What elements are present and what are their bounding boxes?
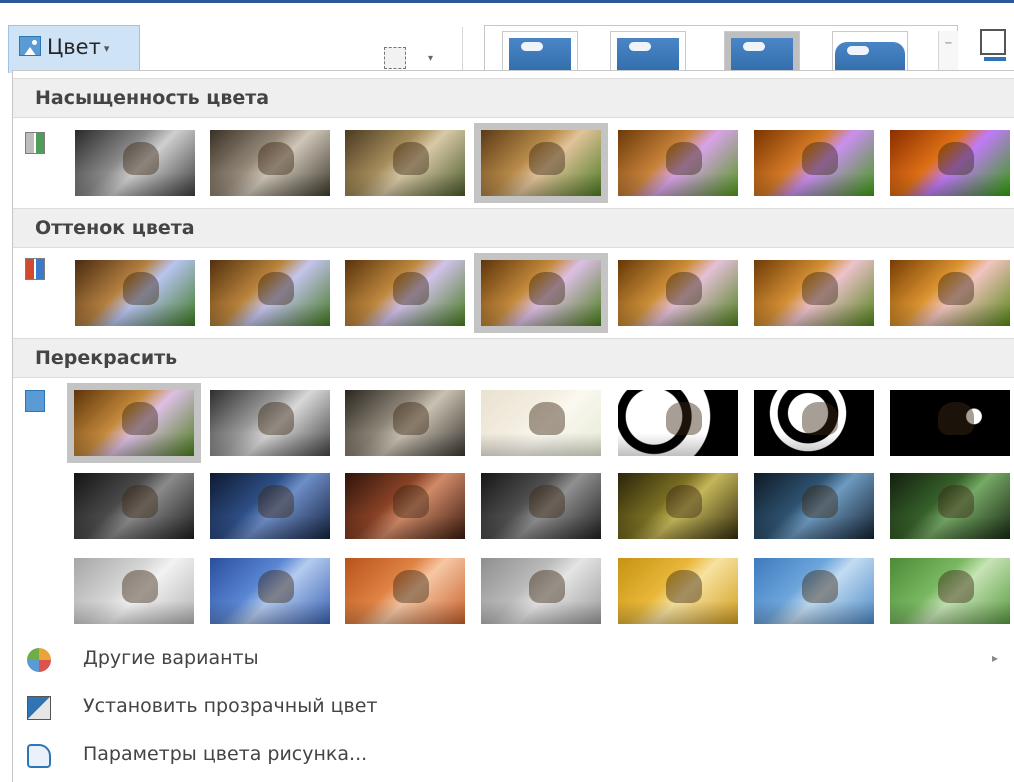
- saturation-option[interactable]: [75, 130, 195, 196]
- tone-option[interactable]: [210, 260, 330, 326]
- chevron-down-icon: ▾: [103, 42, 110, 55]
- picture-style-thumb[interactable]: [832, 31, 908, 73]
- recolor-option[interactable]: [481, 473, 601, 539]
- recolor-option[interactable]: [74, 558, 194, 624]
- recolor-option[interactable]: [481, 558, 601, 624]
- recolor-option[interactable]: [345, 558, 465, 624]
- compress-pictures-icon[interactable]: [384, 47, 406, 69]
- saturation-icon: [25, 132, 45, 154]
- recolor-option[interactable]: [890, 558, 1010, 624]
- tone-option[interactable]: [618, 260, 738, 326]
- saturation-option[interactable]: [754, 130, 874, 196]
- recolor-option[interactable]: [210, 473, 330, 539]
- section-title: Насыщенность цвета: [35, 87, 270, 109]
- saturation-option[interactable]: [345, 130, 465, 196]
- recolor-option[interactable]: [890, 390, 1010, 456]
- recolor-option[interactable]: [481, 390, 601, 456]
- color-button-label: Цвет: [47, 35, 101, 59]
- section-header-recolor: Перекрасить: [13, 338, 1014, 378]
- recolor-option[interactable]: [890, 473, 1010, 539]
- ribbon: Цвет ▾ ▾ −: [0, 0, 1014, 73]
- recolor-icon: [25, 390, 45, 412]
- chevron-down-icon[interactable]: ▾: [428, 53, 433, 64]
- picture-color-options-icon: [27, 744, 51, 768]
- chevron-right-icon: ▸: [991, 651, 998, 665]
- section-header-tone: Оттенок цвета: [13, 208, 1014, 248]
- recolor-option[interactable]: [754, 473, 874, 539]
- section-header-saturation: Насыщенность цвета: [13, 78, 1014, 118]
- picture-style-thumb-selected[interactable]: [724, 31, 800, 73]
- recolor-option[interactable]: [345, 390, 465, 456]
- color-tone-icon: [25, 258, 45, 280]
- saturation-option[interactable]: [890, 130, 1010, 196]
- tone-option[interactable]: [75, 260, 195, 326]
- recolor-option[interactable]: [210, 390, 330, 456]
- color-button[interactable]: Цвет ▾: [8, 25, 140, 73]
- menu-item-set-transparent-color[interactable]: Установить прозрачный цвет: [13, 686, 1014, 730]
- picture-icon: [19, 36, 41, 56]
- menu-item-more-variants[interactable]: Другие варианты ▸: [13, 638, 1014, 682]
- tone-option[interactable]: [345, 260, 465, 326]
- section-title: Перекрасить: [35, 347, 178, 369]
- picture-style-thumb[interactable]: [610, 31, 686, 73]
- ribbon-separator: [462, 27, 463, 73]
- picture-style-thumb[interactable]: [502, 31, 578, 73]
- saturation-option[interactable]: [618, 130, 738, 196]
- menu-item-picture-color-options[interactable]: Параметры цвета рисунка...: [13, 734, 1014, 778]
- saturation-option[interactable]: [210, 130, 330, 196]
- saturation-option-selected[interactable]: [481, 130, 601, 196]
- recolor-option[interactable]: [754, 390, 874, 456]
- menu-item-label: Параметры цвета рисунка...: [83, 743, 368, 765]
- tone-option[interactable]: [754, 260, 874, 326]
- recolor-option[interactable]: [754, 558, 874, 624]
- menu-item-label: Установить прозрачный цвет: [83, 695, 378, 717]
- recolor-option[interactable]: [210, 558, 330, 624]
- section-title: Оттенок цвета: [35, 217, 195, 239]
- gallery-scroll-up[interactable]: −: [938, 31, 958, 73]
- menu-item-label: Другие варианты: [83, 647, 259, 669]
- color-palette-icon: [27, 648, 51, 672]
- recolor-option-selected[interactable]: [74, 390, 194, 456]
- tone-option[interactable]: [890, 260, 1010, 326]
- transparent-color-icon: [27, 696, 51, 720]
- recolor-option[interactable]: [618, 558, 738, 624]
- recolor-option[interactable]: [74, 473, 194, 539]
- recolor-option[interactable]: [345, 473, 465, 539]
- recolor-option[interactable]: [618, 390, 738, 456]
- picture-border-icon[interactable]: [980, 29, 1006, 61]
- tone-option-selected[interactable]: [481, 260, 601, 326]
- recolor-option[interactable]: [618, 473, 738, 539]
